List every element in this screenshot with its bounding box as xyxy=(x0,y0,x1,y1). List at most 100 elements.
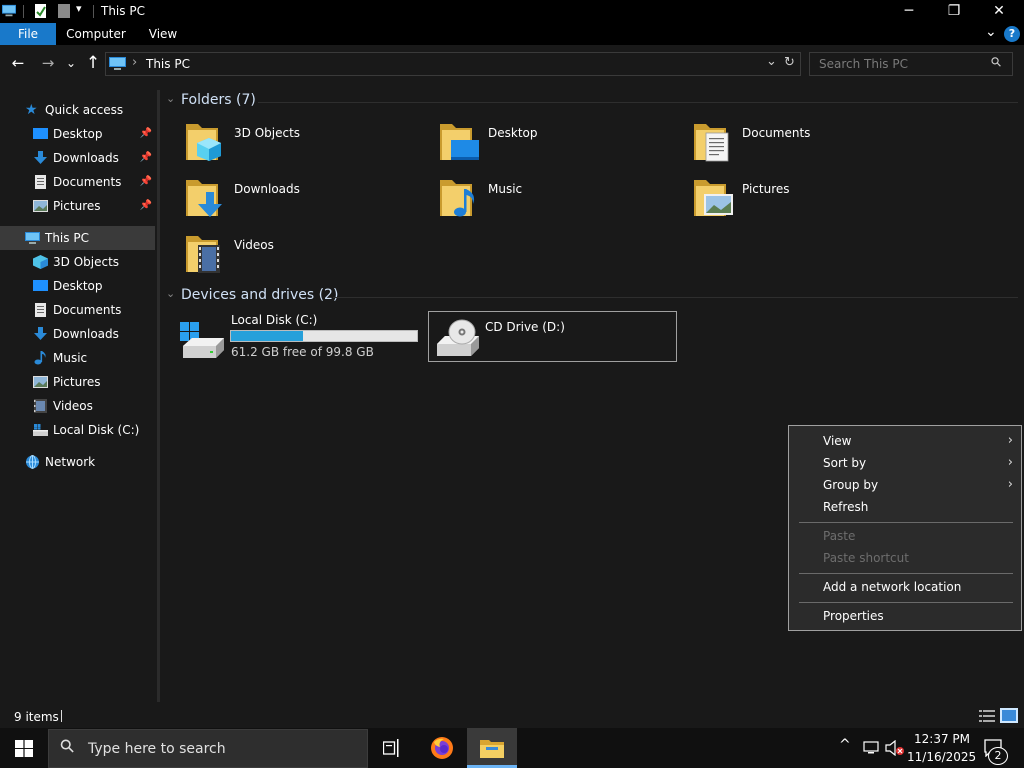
window-title: This PC xyxy=(101,4,145,18)
this-pc-icon xyxy=(109,57,126,70)
context-menu: View › Sort by › Group by › Refresh Past… xyxy=(788,425,1022,631)
menu-label: Sort by xyxy=(823,456,867,470)
folder-tile-videos[interactable]: Videos xyxy=(184,232,424,284)
expand-ribbon-icon[interactable]: ⌄ xyxy=(985,24,997,40)
menu-item-sort-by[interactable]: Sort by › xyxy=(789,452,1021,474)
help-icon[interactable]: ? xyxy=(1004,26,1020,42)
nav-item-downloads[interactable]: Downloads 📌 xyxy=(0,146,155,170)
clock-time[interactable]: 12:37 PM xyxy=(913,732,971,746)
customize-qat-icon[interactable]: ▾ xyxy=(76,2,82,15)
menu-item-view[interactable]: View › xyxy=(789,430,1021,452)
menu-item-paste[interactable]: Paste xyxy=(789,525,1021,547)
new-folder-icon[interactable] xyxy=(57,4,71,18)
nav-network[interactable]: Network xyxy=(0,450,155,474)
menu-separator xyxy=(799,602,1013,603)
menu-item-refresh[interactable]: Refresh xyxy=(789,496,1021,518)
search-placeholder: Search This PC xyxy=(819,57,908,71)
menu-label: Refresh xyxy=(823,500,869,514)
drive-tile-cd-drive[interactable]: CD Drive (D:) xyxy=(428,311,677,362)
recent-locations-button[interactable]: ⌄ xyxy=(62,52,80,74)
menu-item-add-network-location[interactable]: Add a network location xyxy=(789,576,1021,598)
tab-file[interactable]: File xyxy=(0,23,56,45)
disk-usage-bar xyxy=(230,330,418,342)
nav-item-documents[interactable]: Documents xyxy=(0,298,155,322)
refresh-icon[interactable]: ↻ xyxy=(784,55,795,70)
menu-item-group-by[interactable]: Group by › xyxy=(789,474,1021,496)
divider xyxy=(61,710,62,722)
up-button[interactable]: ↑ xyxy=(82,52,104,74)
menu-label: Group by xyxy=(823,478,879,492)
nav-label: Music xyxy=(53,351,88,365)
folder-label: Downloads xyxy=(234,182,300,196)
breadcrumb-separator[interactable]: › xyxy=(132,55,137,70)
nav-item-pictures[interactable]: Pictures 📌 xyxy=(0,194,155,218)
music-folder-icon xyxy=(440,180,475,217)
pane-splitter[interactable] xyxy=(157,90,160,702)
menu-label: Paste xyxy=(823,529,856,543)
divider xyxy=(93,5,94,18)
nav-item-music[interactable]: Music xyxy=(0,346,155,370)
folder-tile-3d-objects[interactable]: 3D Objects xyxy=(184,120,424,172)
search-input[interactable]: Search This PC ⚲ xyxy=(809,52,1013,76)
submenu-arrow-icon: › xyxy=(1007,477,1013,492)
file-explorer-taskbar-button[interactable] xyxy=(467,728,517,768)
nav-quick-access[interactable]: ★ Quick access xyxy=(0,98,155,122)
taskbar-search[interactable]: ⚲ Type here to search xyxy=(48,729,368,768)
volume-muted-icon[interactable] xyxy=(885,740,905,756)
pin-icon: 📌 xyxy=(139,128,152,139)
menu-label: View xyxy=(823,434,852,448)
tab-computer[interactable]: Computer xyxy=(62,23,130,45)
close-button[interactable]: ✕ xyxy=(976,0,1022,23)
nav-label: 3D Objects xyxy=(53,255,120,269)
menu-item-paste-shortcut[interactable]: Paste shortcut xyxy=(789,547,1021,569)
folder-tile-music[interactable]: Music xyxy=(438,176,678,228)
restore-button[interactable]: ❐ xyxy=(931,0,977,23)
tab-view[interactable]: View xyxy=(140,23,186,45)
start-icon[interactable] xyxy=(15,740,33,757)
clock-date[interactable]: 11/16/2025 xyxy=(907,750,976,764)
divider xyxy=(333,297,1018,298)
menu-label: Paste shortcut xyxy=(823,551,909,565)
collapse-chevron-icon[interactable]: ⌄ xyxy=(166,92,175,105)
address-dropdown-icon[interactable]: ⌄ xyxy=(766,54,777,69)
nav-item-downloads[interactable]: Downloads xyxy=(0,322,155,346)
task-view-icon[interactable] xyxy=(383,739,401,757)
group-header-folders[interactable]: Folders (7) xyxy=(181,92,256,108)
nav-item-documents[interactable]: Documents 📌 xyxy=(0,170,155,194)
network-status-icon[interactable] xyxy=(862,740,880,756)
nav-item-local-disk[interactable]: Local Disk (C:) xyxy=(0,418,155,442)
nav-this-pc[interactable]: This PC xyxy=(0,226,155,250)
minimize-button[interactable]: ─ xyxy=(886,0,932,23)
breadcrumb[interactable]: This PC xyxy=(146,57,190,71)
tray-chevron-icon[interactable]: ^ xyxy=(839,737,851,753)
downloads-icon xyxy=(34,327,47,340)
back-button[interactable]: ← xyxy=(7,52,29,74)
nav-label: Pictures xyxy=(53,199,101,213)
navigation-pane: ★ Quick access Desktop 📌 Downloads 📌 Doc… xyxy=(0,90,157,702)
folder-tile-downloads[interactable]: Downloads xyxy=(184,176,424,228)
pictures-icon xyxy=(33,376,48,388)
nav-item-pictures[interactable]: Pictures xyxy=(0,370,155,394)
folder-tile-pictures[interactable]: Pictures xyxy=(692,176,932,228)
collapse-chevron-icon[interactable]: ⌄ xyxy=(166,287,175,300)
submenu-arrow-icon: › xyxy=(1007,455,1013,470)
menu-item-properties[interactable]: Properties xyxy=(789,605,1021,627)
folder-tile-documents[interactable]: Documents xyxy=(692,120,932,172)
drive-tile-local-disk[interactable]: Local Disk (C:) 61.2 GB free of 99.8 GB xyxy=(178,312,424,362)
search-icon[interactable]: ⚲ xyxy=(988,54,1005,71)
nav-label: Desktop xyxy=(53,127,103,141)
menu-separator xyxy=(799,573,1013,574)
forward-button[interactable]: → xyxy=(37,52,59,74)
details-view-icon[interactable] xyxy=(979,709,995,723)
group-header-drives[interactable]: Devices and drives (2) xyxy=(181,287,338,303)
nav-item-3d-objects[interactable]: 3D Objects xyxy=(0,250,155,274)
drive-free-space: 61.2 GB free of 99.8 GB xyxy=(231,345,374,359)
address-bar[interactable]: › This PC ⌄ ↻ xyxy=(105,52,801,76)
firefox-icon[interactable] xyxy=(430,736,454,760)
large-icons-view-icon[interactable] xyxy=(1000,708,1018,723)
nav-item-desktop[interactable]: Desktop xyxy=(0,274,155,298)
properties-icon[interactable] xyxy=(34,4,48,18)
nav-item-videos[interactable]: Videos xyxy=(0,394,155,418)
folder-tile-desktop[interactable]: Desktop xyxy=(438,120,678,172)
nav-item-desktop[interactable]: Desktop 📌 xyxy=(0,122,155,146)
